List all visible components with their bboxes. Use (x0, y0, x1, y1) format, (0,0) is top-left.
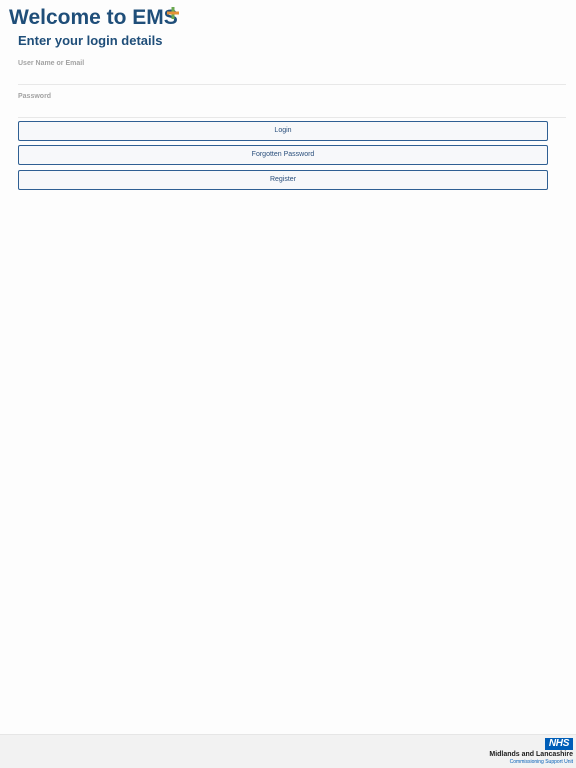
org-subtitle: Commissioning Support Unit (509, 759, 573, 765)
login-button[interactable]: Login (18, 121, 548, 141)
page-subtitle: Enter your login details (18, 33, 163, 48)
nhs-logo: NHS (545, 738, 573, 750)
plus-icon (167, 7, 179, 19)
page-title: Welcome to EMS (9, 6, 178, 29)
org-name: Midlands and Lancashire (489, 751, 573, 758)
password-input[interactable] (18, 105, 566, 118)
username-input[interactable] (18, 72, 566, 85)
register-button[interactable]: Register (18, 170, 548, 190)
password-label: Password (18, 93, 52, 100)
forgotten-password-button[interactable]: Forgotten Password (18, 145, 548, 165)
login-page: Welcome to EMS Enter your login details … (0, 0, 576, 768)
username-label: User Name or Email (18, 60, 85, 67)
